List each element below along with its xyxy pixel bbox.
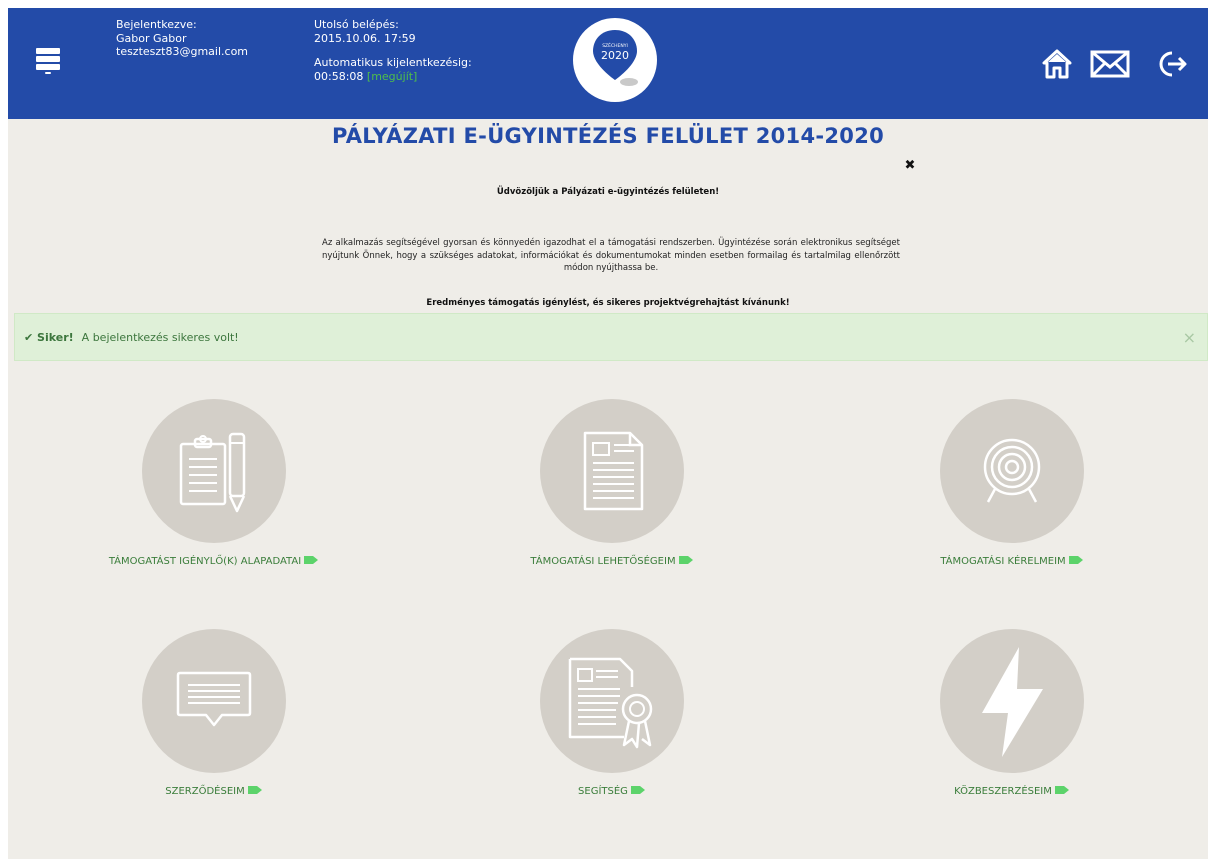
- logout-icon[interactable]: [1158, 48, 1188, 80]
- tile-label: SZERZŐDÉSEIM: [165, 786, 245, 797]
- document-icon: [583, 431, 644, 511]
- alert-message: A bejelentkezés sikeres volt!: [81, 331, 239, 344]
- tile-funding-opportunities[interactable]: TÁMOGATÁSI LEHETŐSÉGEIM: [462, 399, 762, 599]
- tile-circle: [142, 399, 286, 543]
- tile-applicant-data[interactable]: TÁMOGATÁST IGÉNYLŐ(K) ALAPADATAI: [64, 399, 364, 599]
- user-email: teszteszt83@gmail.com: [116, 45, 249, 58]
- tile-label: TÁMOGATÁST IGÉNYLŐ(K) ALAPADATAI: [108, 556, 302, 567]
- last-login-value: 2015.10.06. 17:59: [314, 31, 416, 45]
- user-info: Bejelentkezve: Gabor Gabor teszteszt83@g…: [116, 18, 248, 59]
- tile-label: SEGÍTSÉG: [578, 786, 628, 797]
- page: Bejelentkezve: Gabor Gabor teszteszt83@g…: [8, 8, 1208, 859]
- user-name: Gabor Gabor: [116, 31, 187, 45]
- logo-text-year: 2020: [601, 49, 629, 62]
- auto-logout-label: Automatikus kijelentkezésig:: [314, 56, 472, 69]
- arrow-right-icon: [304, 556, 319, 564]
- arrow-right-icon: [247, 786, 262, 794]
- tile-contracts[interactable]: SZERZŐDÉSEIM: [64, 629, 364, 829]
- alert-close-button[interactable]: ×: [1183, 328, 1196, 347]
- target-icon: [983, 438, 1041, 503]
- auto-logout-countdown: 00:58:08: [314, 69, 364, 83]
- tile-funding-applications[interactable]: TÁMOGATÁSI KÉRELMEIM: [862, 399, 1162, 599]
- renew-session-link[interactable]: [megújít]: [367, 70, 417, 83]
- home-icon[interactable]: [1042, 48, 1072, 80]
- arrow-right-icon: [678, 556, 693, 564]
- tile-circle: [940, 399, 1084, 543]
- tile-circle: [540, 399, 684, 543]
- mail-icon[interactable]: [1090, 48, 1130, 80]
- intro-text: Az alkalmazás segítségével gyorsan és kö…: [322, 238, 900, 273]
- certificate-icon: [568, 657, 653, 749]
- arrow-right-icon: [630, 786, 645, 794]
- szechenyi-2020-logo[interactable]: SZÉCHENYI 2020: [573, 18, 657, 102]
- tile-label: TÁMOGATÁSI LEHETŐSÉGEIM: [530, 556, 676, 567]
- tile-label: KÖZBESZERZÉSEIM: [954, 786, 1052, 797]
- logged-in-label: Bejelentkezve:: [116, 18, 197, 31]
- lightning-icon: [982, 647, 1043, 757]
- arrow-right-icon: [1054, 786, 1069, 794]
- last-login-label: Utolsó belépés:: [314, 18, 399, 31]
- speech-bubble-icon: [176, 671, 252, 727]
- tile-help[interactable]: SEGÍTSÉG: [462, 629, 762, 829]
- welcome-heading: Üdvözöljük a Pályázati e-ügyintézés felü…: [496, 187, 720, 197]
- tile-circle: [142, 629, 286, 773]
- top-header: Bejelentkezve: Gabor Gabor teszteszt83@g…: [8, 8, 1208, 119]
- arrow-right-icon: [1068, 556, 1083, 564]
- page-title: PÁLYÁZATI E-ÜGYINTÉZÉS FELÜLET 2014-2020: [331, 124, 885, 148]
- close-welcome-button[interactable]: ✖: [903, 159, 917, 173]
- tile-label: TÁMOGATÁSI KÉRELMEIM: [940, 556, 1066, 567]
- tile-circle: [540, 629, 684, 773]
- menu-icon[interactable]: [36, 48, 60, 78]
- closing-text: Eredményes támogatás igénylést, és siker…: [426, 298, 790, 308]
- alert-strong: ✔ Siker!: [24, 331, 74, 344]
- clipboard-pencil-icon: [179, 432, 246, 513]
- tile-public-procurements[interactable]: KÖZBESZERZÉSEIM: [862, 629, 1162, 829]
- tile-circle: [940, 629, 1084, 773]
- session-info: Utolsó belépés: 2015.10.06. 17:59 Automa…: [314, 18, 472, 83]
- success-alert: ✔ Siker! A bejelentkezés sikeres volt! ×: [14, 313, 1208, 361]
